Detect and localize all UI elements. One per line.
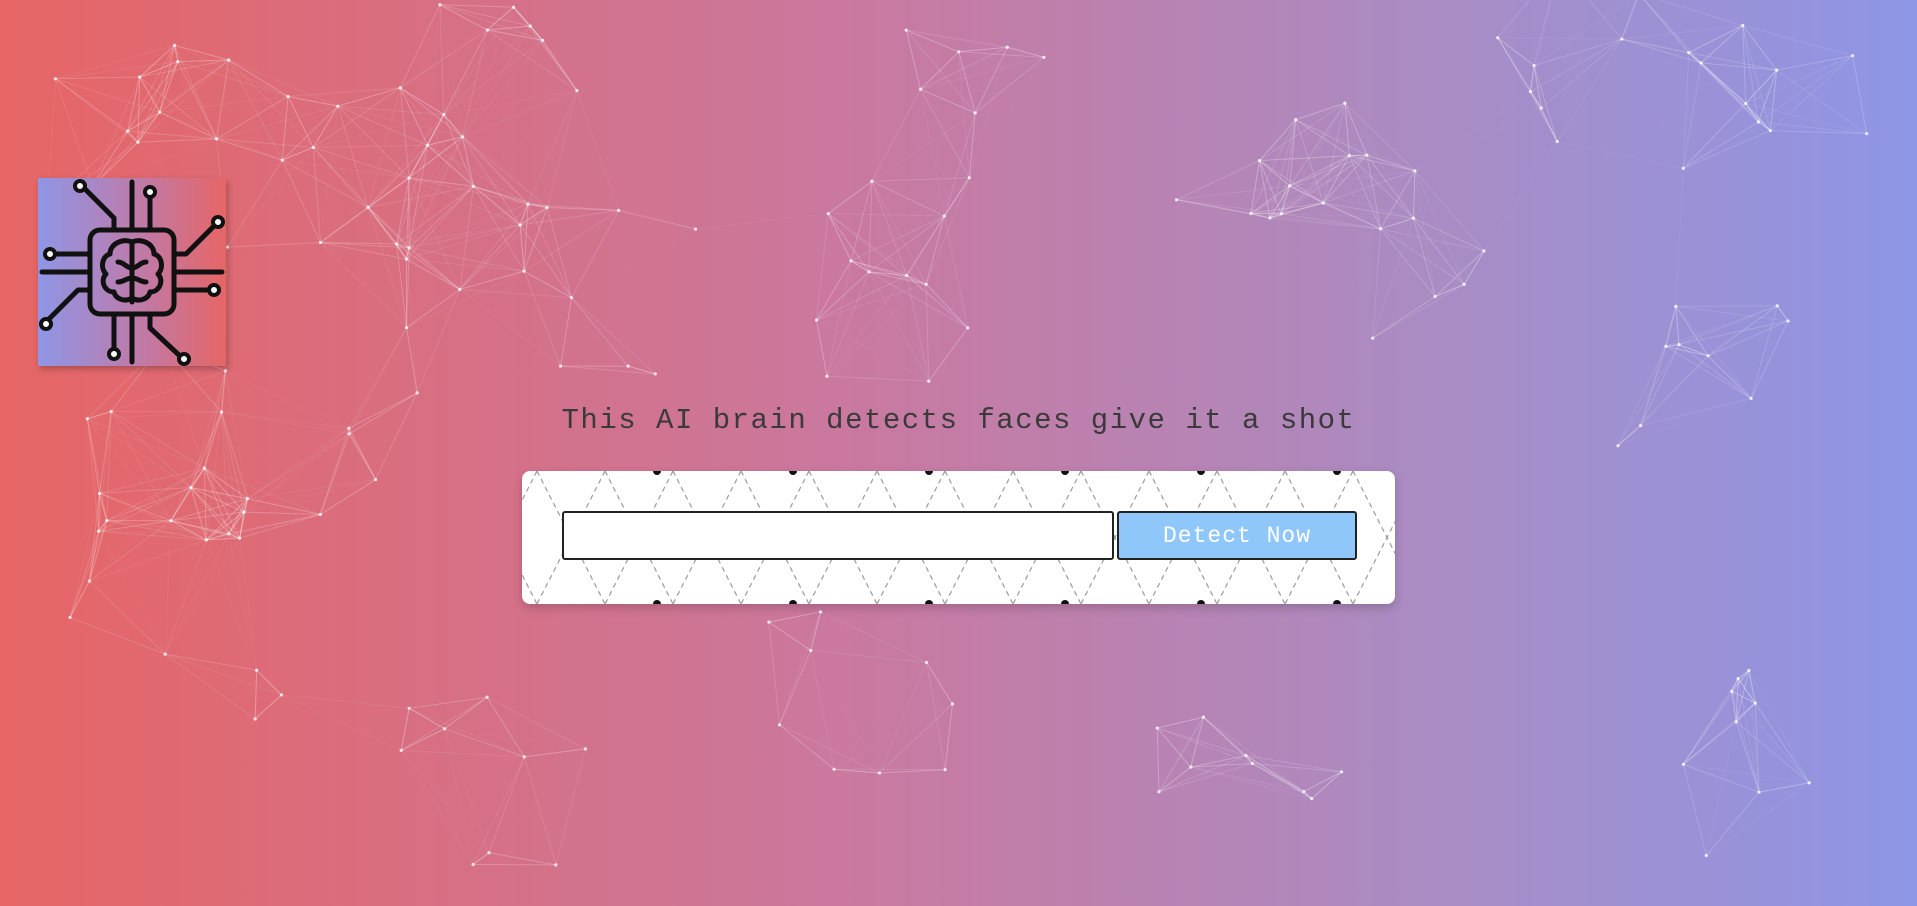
particle-network-background: [45, 0, 1869, 867]
circuit-brain-icon: [39, 179, 225, 366]
tagline: This AI brain detects faces give it a sh…: [561, 404, 1356, 437]
detect-form-card: Detect Now: [522, 471, 1395, 604]
detect-now-button[interactable]: Detect Now: [1117, 511, 1357, 560]
logo: [38, 178, 226, 366]
image-url-input[interactable]: [562, 511, 1114, 560]
